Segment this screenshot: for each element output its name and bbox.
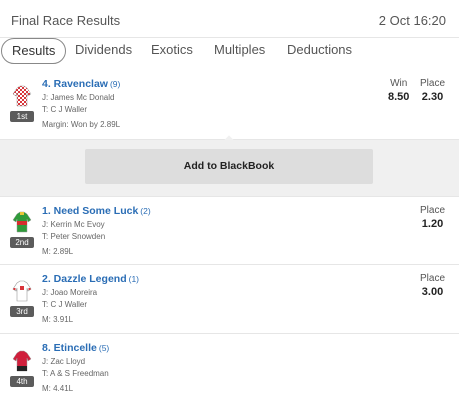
place-dividend: Place 2.30 <box>420 78 445 103</box>
margin-label: M: 2.89L <box>42 247 74 256</box>
runner-name[interactable]: 4. Ravenclaw (9) <box>42 78 120 90</box>
tab-results[interactable]: Results <box>1 38 67 64</box>
place-value: 2.30 <box>421 91 444 103</box>
finish-position-badge: 1st <box>10 111 34 122</box>
tab-multiples[interactable]: Multiples <box>214 38 265 64</box>
finish-position-badge: 2nd <box>10 237 34 248</box>
runner-name[interactable]: 8. Etincelle (5) <box>42 342 109 354</box>
barrier-number: (9) <box>109 79 121 89</box>
runner-row[interactable]: 3rd 2. Dazzle Legend (1) J: Joao Moreira … <box>0 265 459 334</box>
place-dividend: Place 3.00 <box>420 273 445 298</box>
margin-label: M: 4.41L <box>42 384 74 393</box>
jockey-label: J: Kerrin Mc Evoy <box>42 220 105 229</box>
trainer-label: T: Peter Snowden <box>42 232 106 241</box>
barrier-number: (1) <box>128 274 139 284</box>
page-title: Final Race Results <box>11 13 121 28</box>
jockey-label: J: Zac Lloyd <box>42 357 86 366</box>
margin-label: M: 3.91L <box>42 315 74 324</box>
finish-position-badge: 3rd <box>10 306 34 317</box>
tab-dividends[interactable]: Dividends <box>75 38 132 64</box>
tab-exotics[interactable]: Exotics <box>151 38 193 64</box>
barrier-number: (2) <box>140 206 151 216</box>
runner-row[interactable]: 1st 4. Ravenclaw (9) J: James Mc Donald T… <box>0 70 459 140</box>
add-to-blackbook-button[interactable]: Add to BlackBook <box>85 149 373 184</box>
place-value: 1.20 <box>421 218 444 230</box>
results-tabs: Results Dividends Exotics Multiples Dedu… <box>0 38 459 64</box>
win-value: 8.50 <box>388 91 410 103</box>
place-label: Place <box>420 273 446 284</box>
place-dividend: Place 1.20 <box>420 205 445 230</box>
jockey-label: J: James Mc Donald <box>42 93 115 102</box>
trainer-label: T: A & S Freedman <box>42 369 109 378</box>
jockey-silk-icon <box>12 85 32 107</box>
win-dividend: Win 8.50 <box>388 78 409 103</box>
jockey-silk-icon <box>12 211 32 233</box>
margin-label: Margin: Won by 2.89L <box>42 120 121 129</box>
win-label: Win <box>390 78 408 89</box>
jockey-silk-icon <box>12 350 32 372</box>
runner-row[interactable]: 2nd 1. Need Some Luck (2) J: Kerrin Mc Ev… <box>0 196 459 265</box>
trainer-label: T: C J Waller <box>42 105 88 114</box>
jockey-label: J: Joao Moreira <box>42 288 98 297</box>
jockey-silk-icon <box>12 280 32 302</box>
runner-name[interactable]: 2. Dazzle Legend (1) <box>42 273 139 285</box>
trainer-label: T: C J Waller <box>42 300 88 309</box>
barrier-number: (5) <box>98 343 110 353</box>
runner-row[interactable]: 4th 8. Etincelle (5) J: Zac Lloyd T: A & … <box>0 334 459 405</box>
race-datetime: 2 Oct 16:20 <box>378 13 446 28</box>
runner-name[interactable]: 1. Need Some Luck (2) <box>42 205 151 217</box>
finish-position-badge: 4th <box>10 376 34 387</box>
place-label: Place <box>420 205 446 216</box>
tab-deductions[interactable]: Deductions <box>287 38 352 64</box>
place-value: 3.00 <box>421 286 444 298</box>
place-label: Place <box>420 78 446 89</box>
page-header: Final Race Results 2 Oct 16:20 <box>0 0 459 38</box>
